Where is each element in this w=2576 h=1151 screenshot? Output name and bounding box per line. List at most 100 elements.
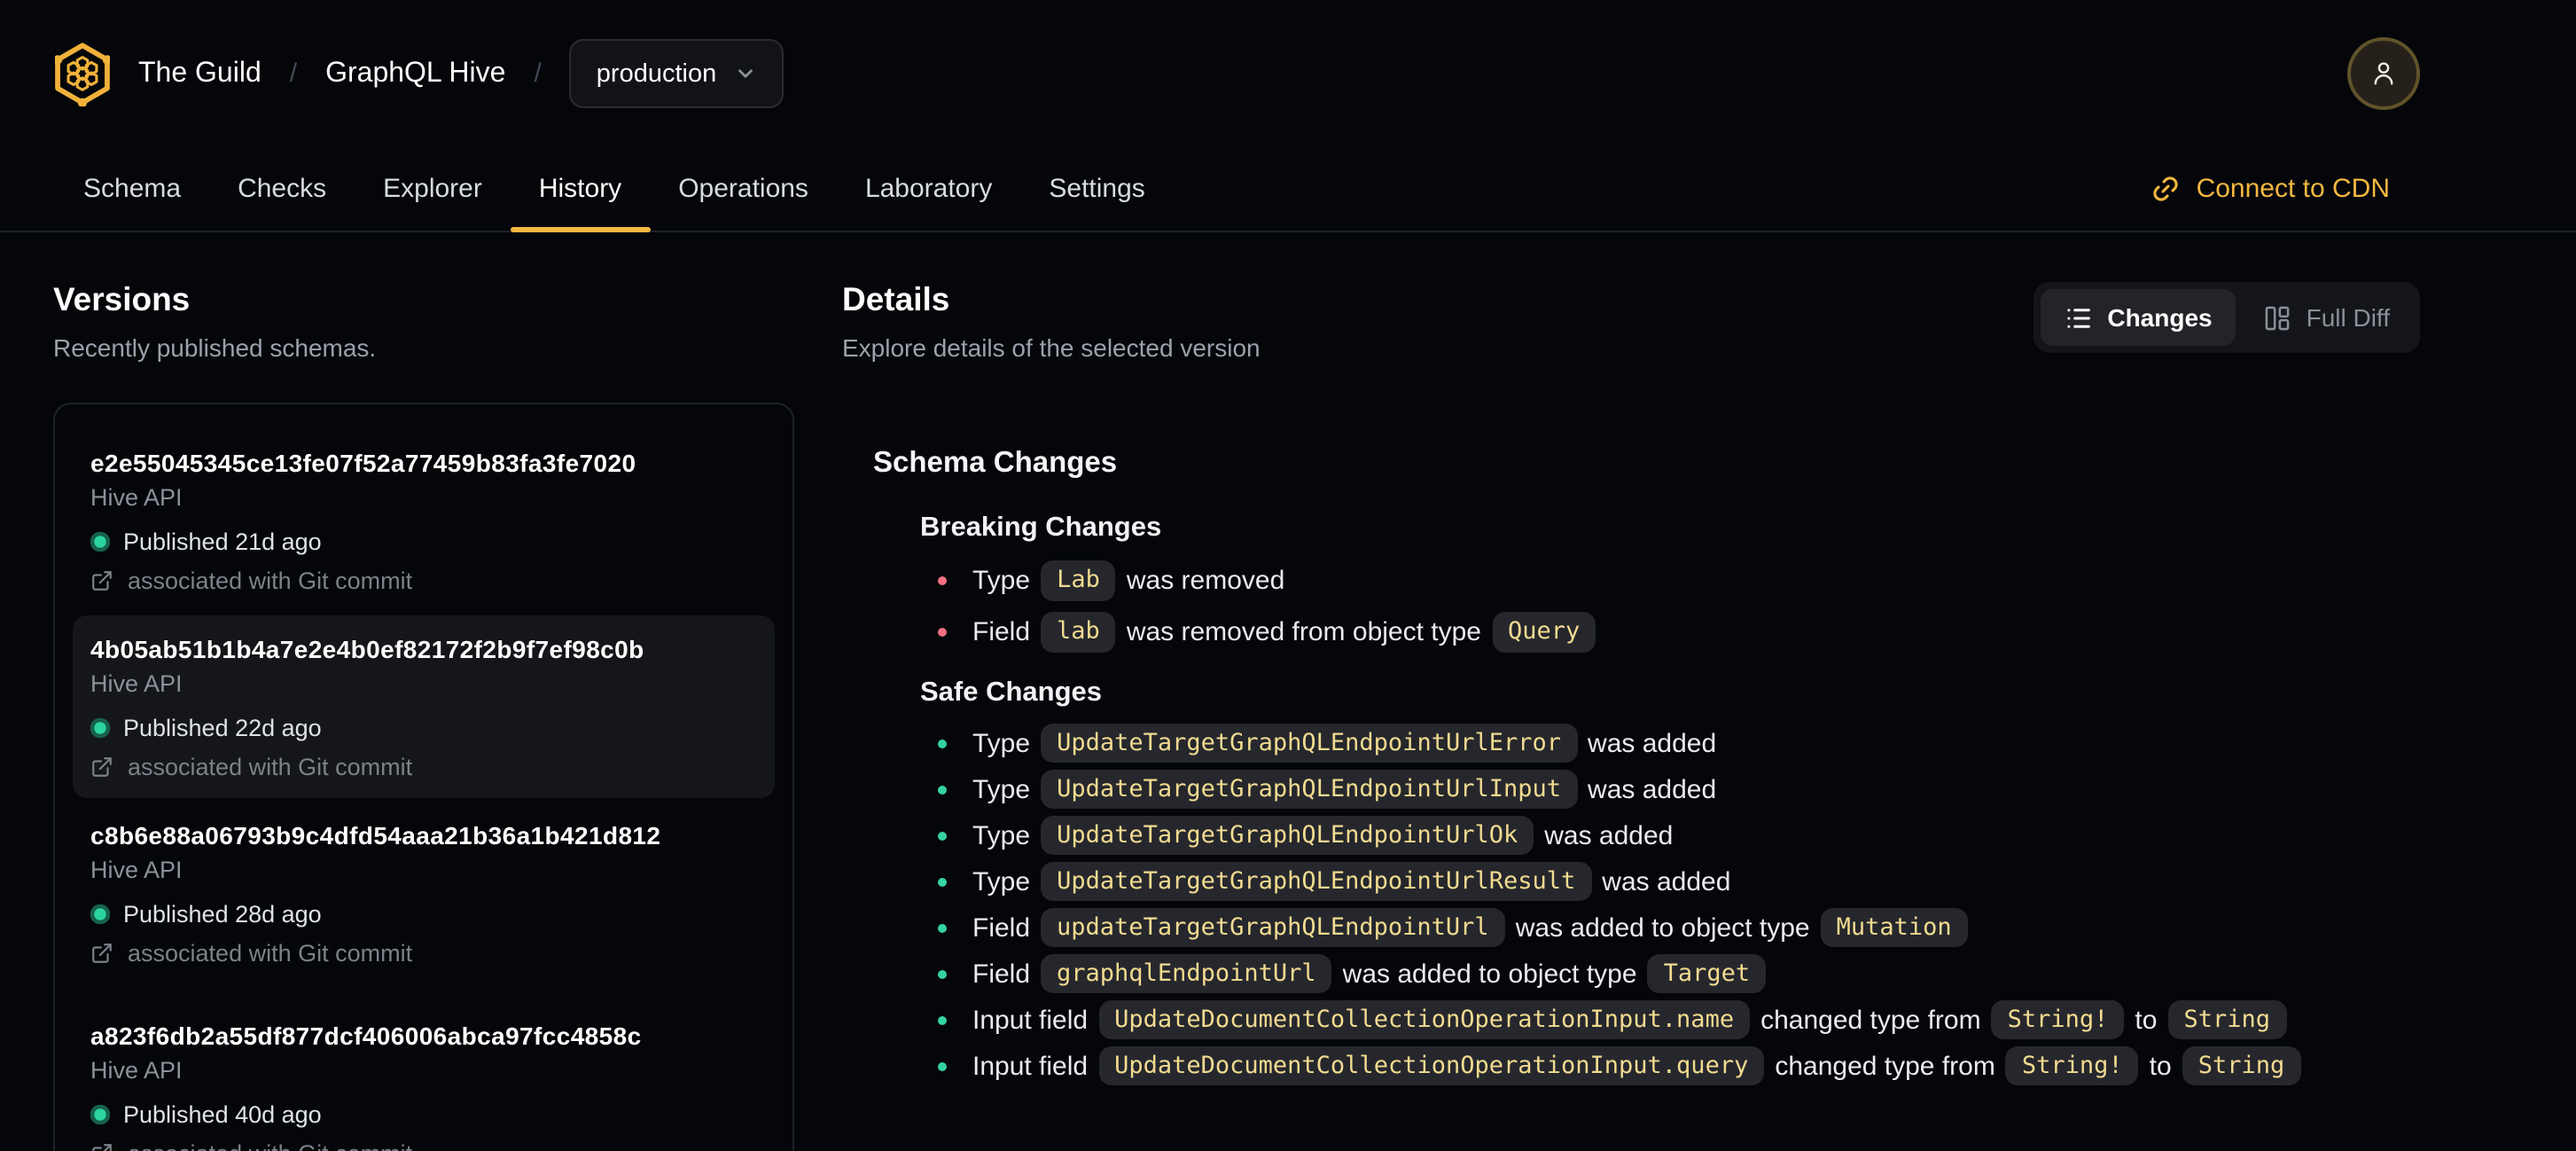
version-hash: 4b05ab51b1b4a7e2e4b0ef82172f2b9f7ef98c0b: [90, 635, 644, 663]
version-item[interactable]: c8b6e88a06793b9c4dfd54aaa21b36a1b421d812…: [73, 802, 775, 984]
view-toggle-changes[interactable]: Changes: [2040, 289, 2236, 346]
version-project: Hive API: [90, 670, 183, 697]
safe-bullet-icon: [937, 739, 946, 748]
code-chip: String: [2182, 1046, 2301, 1085]
breaking-bullet-icon: [937, 576, 946, 585]
change-row: Type UpdateTargetGraphQLEndpointUrlResult…: [937, 858, 2523, 904]
external-link-icon: [92, 757, 112, 777]
breaking-bullet-icon: [937, 628, 946, 637]
version-git-link[interactable]: associated with Git commit: [90, 1139, 757, 1151]
versions-panel: Versions Recently published schemas. e2e…: [53, 278, 794, 1151]
section-title-safe: Safe Changes: [920, 677, 1103, 708]
code-chip: Target: [1647, 954, 1767, 993]
page: The Guild / GraphQL Hive / production Sc…: [0, 0, 2576, 1151]
version-published: Published 21d ago: [90, 527, 757, 557]
published-dot-icon: [90, 904, 109, 924]
tab-checks[interactable]: Checks: [209, 147, 355, 231]
version-item-selected[interactable]: 4b05ab51b1b4a7e2e4b0ef82172f2b9f7ef98c0b…: [73, 615, 775, 798]
change-text: Type: [972, 728, 1031, 758]
change-text: was added: [1602, 866, 1731, 897]
code-chip: UpdateDocumentCollectionOperationInput.n…: [1098, 1000, 1751, 1039]
change-row: Input field UpdateDocumentCollectionOpera…: [937, 997, 2523, 1043]
change-text: was added to object type: [1515, 912, 1810, 943]
change-text: Field: [972, 617, 1031, 647]
version-hash: c8b6e88a06793b9c4dfd54aaa21b36a1b421d812: [90, 821, 661, 850]
change-text: was added to object type: [1342, 959, 1637, 989]
versions-list: e2e55045345ce13fe07f52a77459b83fa3fe7020…: [53, 403, 794, 1151]
change-text: was removed from object type: [1126, 617, 1481, 647]
connect-to-cdn-button[interactable]: Connect to CDN: [2151, 147, 2390, 231]
safe-bullet-icon: [937, 969, 946, 978]
code-chip: String: [2167, 1000, 2286, 1039]
version-published: Published 22d ago: [90, 713, 757, 743]
hive-logo-icon[interactable]: [55, 42, 110, 106]
version-hash: e2e55045345ce13fe07f52a77459b83fa3fe7020: [90, 449, 636, 477]
target-selector-label: production: [596, 59, 717, 88]
tab-settings[interactable]: Settings: [1020, 147, 1173, 231]
safe-bullet-icon: [937, 923, 946, 932]
external-link-icon: [92, 944, 112, 963]
safe-bullet-icon: [937, 877, 946, 886]
tab-laboratory[interactable]: Laboratory: [837, 147, 1020, 231]
list-icon: [2066, 308, 2090, 327]
tab-schema[interactable]: Schema: [55, 147, 209, 231]
change-text: Type: [972, 566, 1031, 596]
code-chip: Query: [1492, 612, 1596, 653]
change-text: to: [2135, 1005, 2158, 1035]
breadcrumb-org[interactable]: The Guild: [138, 58, 262, 90]
code-chip: lab: [1041, 612, 1116, 653]
version-git-link[interactable]: associated with Git commit: [90, 566, 757, 596]
versions-subtitle: Recently published schemas.: [53, 333, 377, 362]
breadcrumb-product[interactable]: GraphQL Hive: [325, 58, 505, 90]
user-menu-button[interactable]: [2347, 37, 2420, 110]
code-chip: Mutation: [1820, 908, 1968, 947]
change-text: Type: [972, 774, 1031, 804]
tab-explorer[interactable]: Explorer: [355, 147, 511, 231]
change-text: Input field: [972, 1051, 1089, 1081]
change-row: Type UpdateTargetGraphQLEndpointUrlOk was …: [937, 812, 2523, 858]
tab-bar: Schema Checks Explorer History Operations Lab…: [0, 147, 2576, 232]
change-text: was added: [1588, 774, 1717, 804]
breadcrumb-separator: /: [289, 59, 298, 89]
version-git-link[interactable]: associated with Git commit: [90, 752, 757, 782]
tab-operations[interactable]: Operations: [650, 147, 837, 231]
change-text: was added: [1544, 820, 1674, 850]
versions-title: Versions: [53, 280, 191, 317]
version-item[interactable]: a823f6db2a55df877dcf406006abca97fcc4858c…: [73, 1002, 775, 1151]
safe-bullet-icon: [937, 831, 946, 840]
change-text: changed type from: [1775, 1051, 1995, 1081]
app-header: The Guild / GraphQL Hive / production Sc…: [0, 0, 2576, 232]
external-link-icon: [92, 1144, 112, 1151]
safe-bullet-icon: [937, 785, 946, 794]
columns-icon: [2265, 305, 2289, 330]
details-subtitle: Explore details of the selected version: [842, 333, 1261, 362]
version-hash: a823f6db2a55df877dcf406006abca97fcc4858c: [90, 1022, 642, 1050]
user-icon: [2374, 62, 2393, 85]
change-text: changed type from: [1760, 1005, 1981, 1035]
link-icon: [2152, 176, 2178, 201]
connect-to-cdn-label: Connect to CDN: [2196, 174, 2390, 204]
change-text: Field: [972, 912, 1031, 943]
version-item[interactable]: e2e55045345ce13fe07f52a77459b83fa3fe7020…: [73, 429, 775, 612]
change-row: Field updateTargetGraphQLEndpointUrl was a…: [937, 904, 2523, 951]
view-toggle-full-diff[interactable]: Full Diff: [2239, 289, 2413, 346]
tab-history[interactable]: History: [510, 147, 650, 232]
code-chip: UpdateTargetGraphQLEndpointUrlResult: [1041, 862, 1592, 901]
change-text: Type: [972, 866, 1031, 897]
change-text: to: [2149, 1051, 2172, 1081]
code-chip: UpdateTargetGraphQLEndpointUrlInput: [1041, 770, 1578, 809]
details-title: Details: [842, 280, 950, 317]
target-selector[interactable]: production: [569, 39, 785, 108]
published-dot-icon: [90, 718, 109, 738]
change-text: Field: [972, 959, 1031, 989]
safe-bullet-icon: [937, 1061, 946, 1070]
published-dot-icon: [90, 1105, 109, 1124]
details-panel: Details Explore details of the selected …: [842, 278, 2523, 1151]
version-project: Hive API: [90, 1057, 183, 1084]
version-git-link[interactable]: associated with Git commit: [90, 938, 757, 968]
change-text: was added: [1588, 728, 1717, 758]
code-chip: Lab: [1041, 560, 1116, 601]
code-chip: String!: [1991, 1000, 2125, 1039]
version-published: Published 40d ago: [90, 1100, 757, 1130]
version-project: Hive API: [90, 857, 183, 883]
